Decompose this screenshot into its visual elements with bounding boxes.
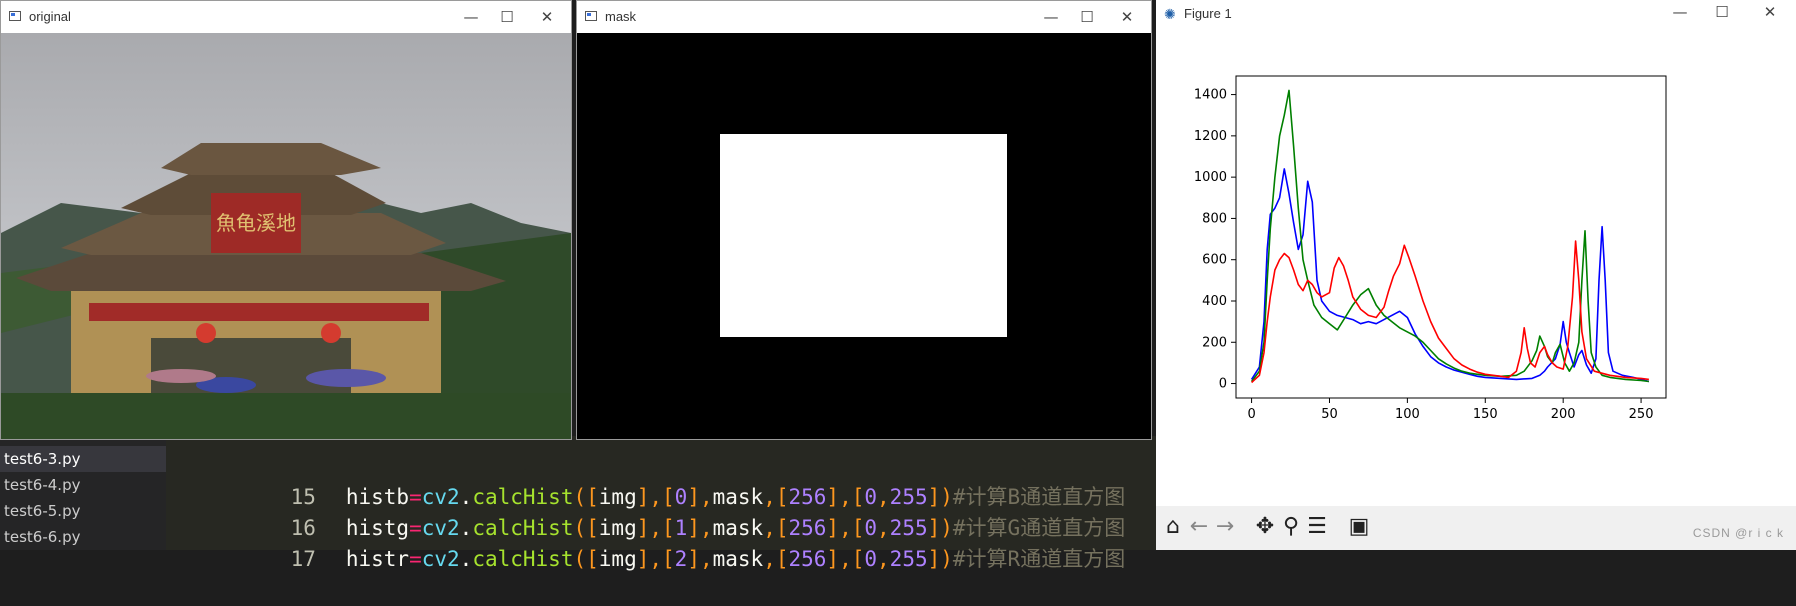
close-button[interactable]: ✕ (1752, 0, 1788, 24)
x-tick-label: 50 (1321, 407, 1338, 422)
y-tick-label: 1200 (1194, 129, 1227, 144)
maximize-button[interactable]: ☐ (489, 5, 525, 29)
gate-photo: 魚龟溪地 (1, 33, 571, 439)
minimize-button[interactable]: — (1662, 0, 1698, 24)
code-area[interactable]: 15 histb=cv2.calcHist([img],[0],mask,[256… (166, 436, 1156, 571)
gate-sign-text: 魚龟溪地 (216, 211, 296, 235)
code-arg: 255 (889, 547, 928, 571)
figure-toolbar: ⌂ ← → ✥ ⚲ ☰ ▣ CSDN @r i c k (1156, 506, 1796, 550)
window-title: mask (605, 9, 637, 24)
code-comment: #计算R通道直方图 (952, 547, 1126, 571)
x-tick-label: 0 (1247, 407, 1255, 422)
code-dot: . (459, 547, 473, 571)
original-window[interactable]: original — ☐ ✕ 魚龟溪地 (0, 0, 572, 440)
home-icon[interactable]: ⌂ (1160, 514, 1186, 540)
code-arg: 256 (788, 547, 827, 571)
window-title: original (29, 9, 71, 24)
y-tick-label: 200 (1202, 335, 1227, 350)
code-function: calcHist (472, 547, 574, 571)
forward-icon[interactable]: → (1212, 514, 1238, 540)
figure-window[interactable]: ✺ Figure 1 — ☐ ✕ 0 50 100 150 200 250 0 200 400 6… (1156, 0, 1796, 550)
title-bar[interactable]: original — ☐ ✕ (1, 1, 571, 33)
code-line: 15 histb=cv2.calcHist([img],[0],mask,[256… (166, 451, 1126, 509)
mask-image (577, 33, 1151, 439)
close-button[interactable]: ✕ (1109, 5, 1145, 29)
histogram-plot[interactable]: 0 50 100 150 200 250 0 200 400 600 800 1000 1200 1400 (1156, 28, 1796, 506)
line-number: 17 (290, 547, 316, 571)
matplotlib-icon: ✺ (1164, 6, 1176, 22)
x-tick-label: 200 (1551, 407, 1576, 422)
y-tick-label: 1400 (1194, 88, 1227, 103)
back-icon[interactable]: ← (1186, 514, 1212, 540)
y-tick-label: 1000 (1194, 170, 1227, 185)
code-line: 17 histr=cv2.calcHist([img],[2],mask,[256… (166, 513, 1126, 571)
mask-region (720, 134, 1007, 337)
save-icon[interactable]: ▣ (1346, 514, 1372, 540)
x-tick-label: 250 (1629, 407, 1654, 422)
app-icon (585, 11, 597, 21)
maximize-button[interactable]: ☐ (1069, 5, 1105, 29)
code-line: 16 histg=cv2.calcHist([img],[1],mask,[256… (166, 482, 1126, 540)
original-image: 魚龟溪地 (1, 33, 571, 439)
code-editor: test6-3.py test6-4.py test6-5.py test6-6… (0, 436, 1156, 571)
y-tick-label: 400 (1202, 294, 1227, 309)
minimize-button[interactable]: — (1033, 5, 1069, 29)
y-tick-label: 0 (1219, 377, 1227, 392)
close-button[interactable]: ✕ (529, 5, 565, 29)
code-var: histr (345, 547, 410, 571)
pan-icon[interactable]: ✥ (1252, 514, 1278, 540)
window-title: Figure 1 (1184, 6, 1232, 21)
code-arg: 0 (864, 547, 878, 571)
minimize-button[interactable]: — (453, 5, 489, 29)
code-op: = (409, 547, 422, 571)
app-icon (9, 11, 21, 21)
y-tick-label: 600 (1202, 253, 1227, 268)
mask-window[interactable]: mask — ☐ ✕ (576, 0, 1152, 440)
code-arg: mask (712, 547, 764, 571)
title-bar[interactable]: mask — ☐ ✕ (577, 1, 1151, 33)
code-arg: img (598, 547, 637, 571)
code-arg: 2 (674, 547, 688, 571)
file-item[interactable]: test6-3.py (0, 446, 166, 472)
x-tick-label: 150 (1473, 407, 1498, 422)
file-item[interactable]: test6-6.py (0, 524, 166, 550)
x-tick-label: 100 (1395, 407, 1420, 422)
code-module: cv2 (421, 547, 460, 571)
maximize-button[interactable]: ☐ (1704, 0, 1740, 24)
configure-icon[interactable]: ☰ (1304, 514, 1330, 540)
zoom-icon[interactable]: ⚲ (1278, 514, 1304, 540)
watermark: CSDN @r i c k (1692, 526, 1784, 540)
title-bar[interactable]: ✺ Figure 1 — ☐ ✕ (1156, 0, 1796, 28)
file-list: test6-3.py test6-4.py test6-5.py test6-6… (0, 436, 166, 550)
file-item[interactable]: test6-5.py (0, 498, 166, 524)
file-item[interactable]: test6-4.py (0, 472, 166, 498)
y-tick-label: 800 (1202, 211, 1227, 226)
